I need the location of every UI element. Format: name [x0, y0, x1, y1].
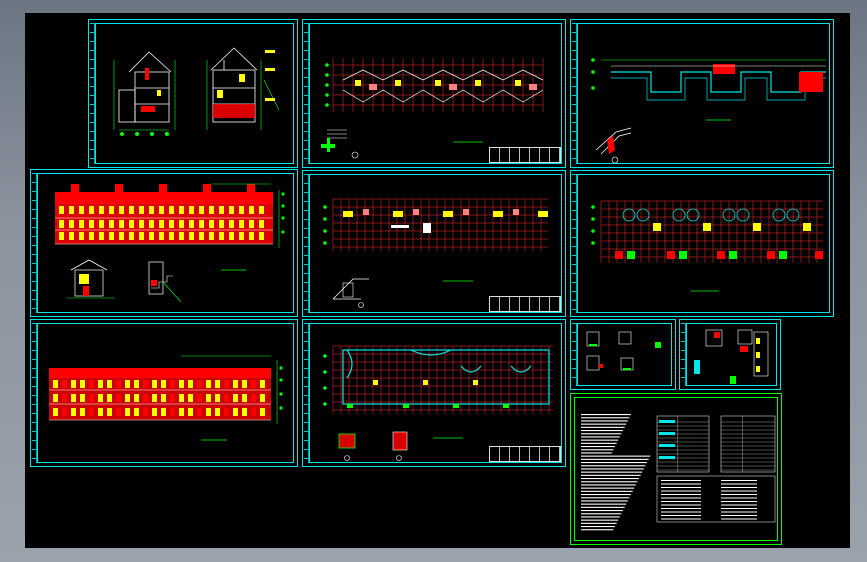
details-b-drawing — [694, 329, 769, 384]
section-drawing — [113, 47, 280, 136]
rear-elevation-drawing — [49, 355, 283, 441]
design-notes-drawing — [581, 414, 776, 531]
sheet-rear-elevation[interactable] — [30, 319, 298, 467]
sheet-design-notes[interactable] — [570, 393, 782, 545]
details-a-drawing — [586, 331, 661, 371]
wall-section-drawing — [591, 58, 826, 164]
sheet-front-elevation[interactable] — [30, 169, 298, 317]
sheet-roof-plan[interactable] — [302, 19, 566, 168]
title-block — [489, 446, 561, 462]
sheet-ground-floor-plan[interactable] — [570, 170, 834, 317]
title-block — [489, 296, 561, 312]
front-elevation-drawing — [55, 183, 285, 303]
cad-model-space[interactable] — [25, 13, 850, 548]
sheet-details-b[interactable] — [679, 319, 781, 390]
sheet-second-floor-plan[interactable] — [302, 170, 566, 317]
ground-floor-plan-drawing — [591, 200, 823, 292]
sheet-foundation-section[interactable] — [570, 19, 834, 168]
sheet-sections[interactable] — [88, 19, 298, 168]
sheet-typical-floor-plan[interactable] — [302, 319, 566, 467]
sheet-details-a[interactable] — [570, 319, 676, 390]
title-block — [489, 147, 561, 163]
